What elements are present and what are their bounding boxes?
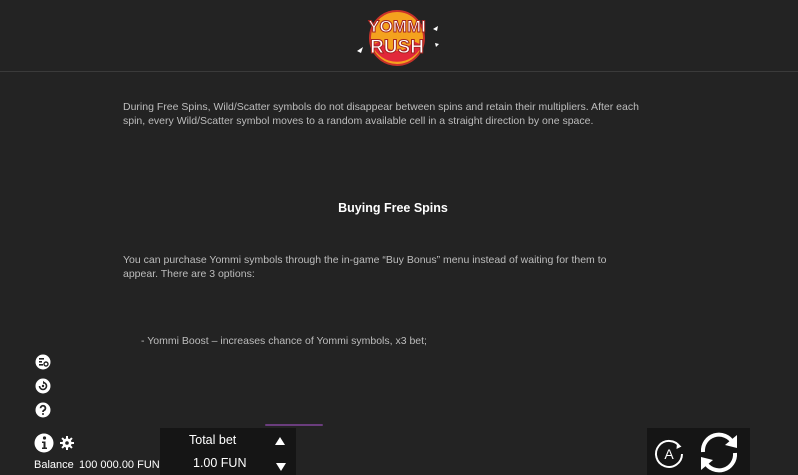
balance-label: Balance bbox=[34, 459, 74, 471]
header: YOMMI RUSH bbox=[0, 0, 798, 72]
logo-line1: YOMMI bbox=[368, 17, 426, 36]
bet-increase-button[interactable] bbox=[274, 433, 286, 445]
logo-line2: RUSH bbox=[370, 37, 424, 58]
game-rules-screen: YOMMI RUSH During Free Spins, Wild/Scatt… bbox=[0, 0, 798, 475]
rules-paragraph-buy: You can purchase Yommi symbols through t… bbox=[123, 254, 607, 280]
spin-button[interactable] bbox=[695, 430, 743, 475]
balance-value: 100 000.00 FUN bbox=[79, 459, 160, 471]
bet-decrease-button[interactable] bbox=[275, 459, 287, 471]
paytable-icon[interactable] bbox=[35, 354, 51, 370]
total-bet-value: 1.00 FUN bbox=[193, 456, 247, 470]
autoplay-button[interactable]: A bbox=[653, 438, 685, 470]
rules-paragraph-free-spins: During Free Spins, Wild/Scatter symbols … bbox=[123, 101, 639, 127]
gear-icon[interactable] bbox=[60, 436, 74, 450]
autoplay-label: A bbox=[664, 446, 674, 462]
total-bet-label: Total bet bbox=[189, 433, 237, 447]
info-icon[interactable] bbox=[34, 433, 54, 453]
yommi-rush-logo: YOMMI RUSH bbox=[349, 5, 443, 67]
rules-option-yommi-boost: - Yommi Boost – increases chance of Yomm… bbox=[141, 335, 427, 347]
rules-heading-buying: Buying Free Spins bbox=[338, 201, 448, 215]
help-icon[interactable] bbox=[35, 402, 51, 418]
rules-content: During Free Spins, Wild/Scatter symbols … bbox=[0, 72, 798, 412]
history-icon[interactable] bbox=[35, 378, 51, 394]
accent-line bbox=[265, 424, 323, 426]
